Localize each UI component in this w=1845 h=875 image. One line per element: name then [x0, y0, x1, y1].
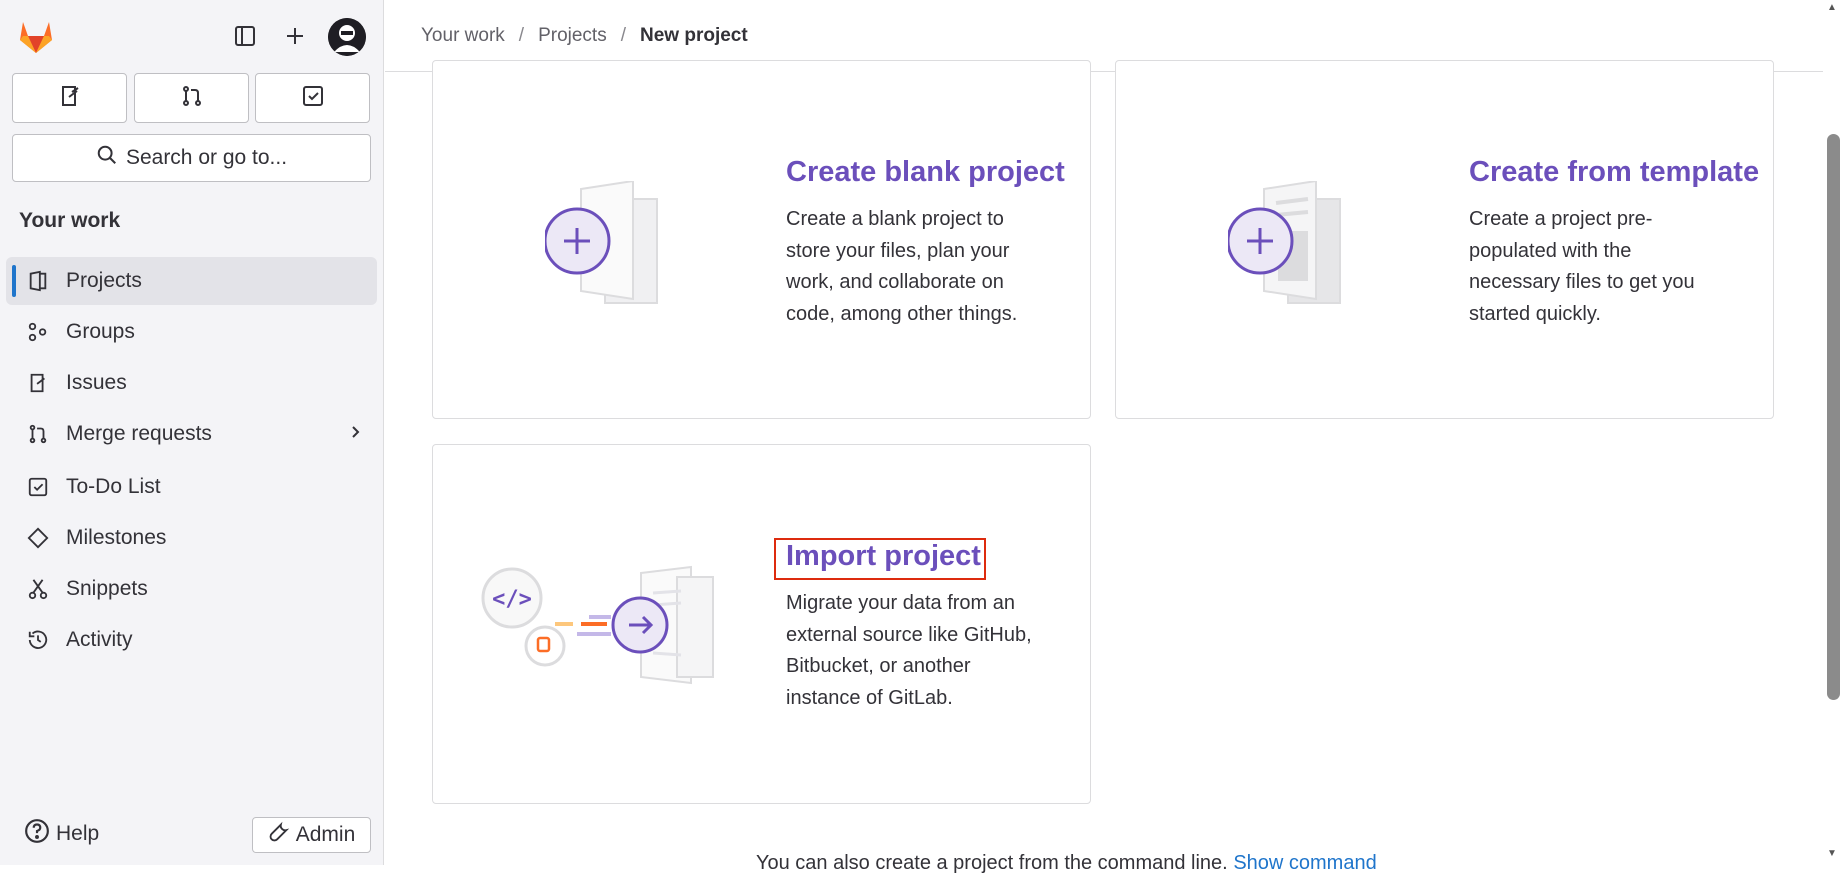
create-blank-project-desc: Create a blank project to store your fil…	[786, 204, 1017, 330]
desc-line: instance of GitLab.	[786, 686, 953, 709]
search-label: Search or go to...	[125, 146, 288, 169]
template-illustration-icon	[1226, 179, 1358, 311]
search-icon	[96, 144, 118, 172]
import-project-desc: Migrate your data from an external sourc…	[786, 588, 1032, 714]
merge-requests-shortcut-button[interactable]	[134, 73, 249, 123]
group-icon	[24, 318, 52, 346]
search-button[interactable]: Search or go to...	[12, 134, 371, 182]
sidebar-item-label: Groups	[66, 320, 135, 343]
desc-line: Create a project pre-	[1469, 208, 1653, 230]
desc-line: work, and collaborate on	[786, 271, 1004, 293]
sidebar-item-snippets[interactable]: Snippets	[6, 565, 377, 613]
breadcrumb-separator: /	[518, 24, 525, 46]
sidebar-item-label: To-Do List	[66, 475, 161, 498]
admin-label: Admin	[295, 823, 356, 846]
sidebar-item-label: Projects	[66, 269, 142, 292]
desc-line: code, among other things.	[786, 302, 1018, 325]
create-new-icon[interactable]	[277, 18, 313, 54]
svg-text:</>: </>	[492, 587, 532, 612]
history-icon	[24, 626, 52, 654]
user-avatar[interactable]	[328, 18, 366, 56]
cli-text: You can also create a project from the c…	[756, 852, 1228, 874]
sidebar-item-label: Milestones	[66, 526, 167, 549]
help-label: Help	[56, 822, 100, 845]
scroll-up-arrow-icon[interactable]: ▲	[1827, 2, 1837, 13]
desc-line: Create a blank project to	[786, 208, 1004, 230]
scroll-down-arrow-icon[interactable]: ▼	[1827, 848, 1837, 859]
project-icon	[24, 267, 52, 295]
scroll-thumb[interactable]	[1827, 134, 1840, 700]
breadcrumb-your-work[interactable]: Your work	[421, 25, 505, 47]
create-blank-project-card[interactable]: Create blank project Create a blank proj…	[432, 60, 1091, 419]
sidebar-item-label: Snippets	[66, 577, 148, 600]
chevron-right-icon[interactable]	[347, 422, 363, 446]
sidebar: Search or go to... Your work Projects Gr…	[0, 0, 384, 865]
admin-button[interactable]: Admin	[252, 817, 371, 853]
help-icon	[24, 818, 50, 850]
issues-icon	[24, 369, 52, 397]
desc-line: necessary files to get you	[1469, 271, 1695, 293]
sidebar-item-merge-requests[interactable]: Merge requests	[6, 410, 377, 458]
desc-line: store your files, plan your	[786, 239, 1010, 262]
import-illustration-icon: </>	[481, 563, 751, 693]
gitlab-logo-icon[interactable]	[16, 16, 56, 56]
todo-icon	[24, 473, 52, 501]
sidebar-item-label: Merge requests	[66, 422, 212, 445]
merge-request-icon	[24, 420, 52, 448]
create-from-template-card[interactable]: Create from template Create a project pr…	[1115, 60, 1774, 419]
sidebar-item-projects[interactable]: Projects	[6, 257, 377, 305]
desc-line: external source like GitHub,	[786, 623, 1032, 646]
issues-shortcut-button[interactable]	[12, 73, 127, 123]
create-from-template-title[interactable]: Create from template	[1469, 156, 1759, 189]
import-project-highlight	[774, 538, 986, 580]
todo-icon	[301, 84, 325, 113]
wrench-icon	[268, 821, 290, 849]
import-project-card[interactable]: </> Import project Migrate your data fro…	[432, 444, 1091, 804]
sidebar-item-label: Activity	[66, 628, 133, 651]
sidebar-item-activity[interactable]: Activity	[6, 616, 377, 664]
show-command-link[interactable]: Show command	[1233, 852, 1376, 874]
todo-shortcut-button[interactable]	[255, 73, 370, 123]
command-line-hint: You can also create a project from the c…	[756, 852, 1377, 875]
help-button[interactable]: Help	[24, 818, 99, 850]
create-from-template-desc: Create a project pre- populated with the…	[1469, 204, 1695, 330]
breadcrumb-projects[interactable]: Projects	[538, 25, 607, 47]
sidebar-item-todo-list[interactable]: To-Do List	[6, 463, 377, 511]
issues-icon	[58, 84, 82, 113]
sidebar-item-groups[interactable]: Groups	[6, 308, 377, 356]
milestone-icon	[24, 524, 52, 552]
sidebar-toggle-icon[interactable]	[227, 18, 263, 54]
merge-request-icon	[180, 84, 204, 113]
sidebar-item-issues[interactable]: Issues	[6, 359, 377, 407]
desc-line: populated with the	[1469, 239, 1632, 262]
desc-line: Bitbucket, or another	[786, 655, 971, 677]
breadcrumb-separator: /	[620, 24, 626, 46]
desc-line: Migrate your data from an	[786, 592, 1015, 614]
blank-project-illustration-icon	[543, 179, 675, 311]
section-title: Your work	[19, 209, 121, 232]
sidebar-item-label: Issues	[66, 371, 127, 394]
desc-line: started quickly.	[1469, 302, 1601, 325]
create-blank-project-title[interactable]: Create blank project	[786, 156, 1065, 189]
breadcrumb-new-project: New project	[640, 24, 748, 46]
snippet-icon	[24, 575, 52, 603]
sidebar-item-milestones[interactable]: Milestones	[6, 514, 377, 562]
